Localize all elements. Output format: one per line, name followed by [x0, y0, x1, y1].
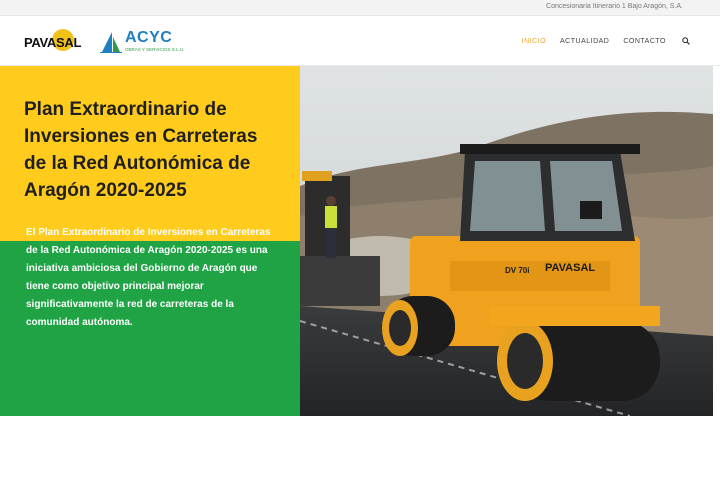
acyc-logo-name: ACYC	[125, 29, 173, 46]
hero-text-panel: Plan Extraordinario de Inversiones en Ca…	[0, 66, 300, 416]
roller-model-text: DV 70i	[505, 266, 529, 275]
nav-item-inicio[interactable]: INICIO	[522, 38, 546, 45]
main-nav: INICIO ACTUALIDAD CONTACTO	[508, 37, 690, 45]
acyc-logo[interactable]: ACYC OBRAS Y SERVICIOS S.L.U.	[100, 29, 190, 55]
hero-section: Plan Extraordinario de Inversiones en Ca…	[0, 66, 720, 482]
right-margin	[713, 132, 720, 482]
hero-title: Plan Extraordinario de Inversiones en Ca…	[24, 99, 258, 201]
roller-brand-text: PAVASAL	[545, 262, 595, 274]
concession-name: Concesionaria Itinerario 1 Bajo Aragón, …	[546, 3, 683, 10]
acyc-mark-icon	[100, 32, 122, 53]
nav-item-actualidad[interactable]: ACTUALIDAD	[560, 38, 609, 45]
pavasal-logo[interactable]: PAVASAL	[24, 29, 96, 55]
acyc-logo-subtitle: OBRAS Y SERVICIOS S.L.U.	[125, 47, 185, 52]
pavasal-logo-text: PAVASAL	[24, 35, 82, 50]
search-icon[interactable]	[682, 37, 690, 45]
site-header: PAVASAL ACYC OBRAS Y SERVICIOS S.L.U. IN…	[0, 16, 720, 66]
top-bar: Concesionaria Itinerario 1 Bajo Aragón, …	[0, 0, 720, 16]
hero-description: El Plan Extraordinario de Inversiones en…	[26, 227, 271, 328]
road-roller-photo: PAVASAL DV 70i	[300, 66, 713, 416]
nav-item-contacto[interactable]: CONTACTO	[623, 38, 666, 45]
